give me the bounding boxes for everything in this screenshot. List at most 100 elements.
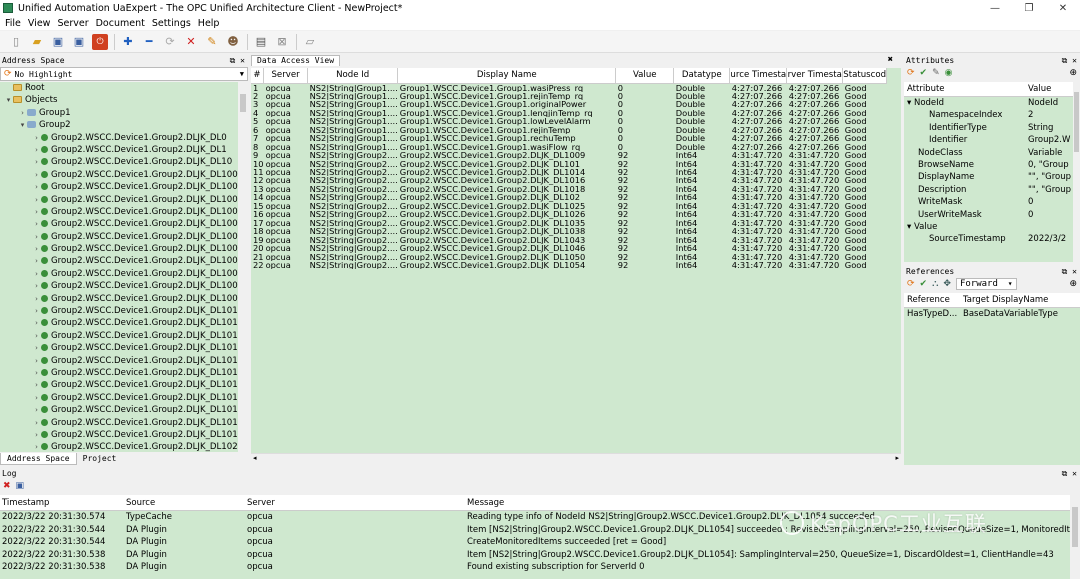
tree-item[interactable]: › Group2.WSCC.Device1.Group2.DLJK_DL1006: [0, 255, 248, 267]
maximize-button[interactable]: ❐: [1012, 3, 1046, 14]
float-close-icon[interactable]: ⧉ ✕: [230, 56, 245, 66]
attribute-row[interactable]: ▾ Value: [904, 221, 1074, 233]
vertical-scrollbar[interactable]: [1073, 82, 1080, 262]
tree-item[interactable]: Root: [0, 82, 248, 94]
table-row[interactable]: 2 opcua NS2|String|Group1.... Group1.WSCC.D…: [251, 92, 887, 100]
remove-document-icon[interactable]: ⊠: [274, 34, 290, 50]
table-row[interactable]: 6 opcua NS2|String|Group1.... Group1.WSCC.D…: [251, 126, 887, 134]
close-button[interactable]: ✕: [1046, 3, 1080, 14]
tree-item[interactable]: › Group2.WSCC.Device1.Group2.DLJK_DL1004: [0, 231, 248, 243]
float-close-icon[interactable]: ⧉ ✕: [1062, 469, 1077, 479]
column-header[interactable]: Datatype: [673, 68, 731, 84]
expand-icon[interactable]: ›: [32, 231, 41, 243]
tree-item[interactable]: › Group2.WSCC.Device1.Group2.DLJK_DL1012: [0, 342, 248, 354]
direction-dropdown[interactable]: Forward ▾: [955, 278, 1017, 290]
attribute-row[interactable]: NodeClass Variable: [904, 147, 1074, 159]
new-project-icon[interactable]: ▯: [8, 34, 24, 50]
attribute-row[interactable]: WriteMask 0: [904, 196, 1074, 208]
expand-icon[interactable]: ›: [32, 392, 41, 404]
expand-icon[interactable]: ›: [32, 293, 41, 305]
log-entry[interactable]: 2022/3/22 20:31:30.538 DA Plugin opcua Foun…: [0, 561, 1070, 574]
table-row[interactable]: 21 opcua NS2|String|Group2.... Group2.WSCC.…: [251, 253, 887, 261]
expand-icon[interactable]: ▾: [18, 119, 27, 131]
table-row[interactable]: 19 opcua NS2|String|Group2.... Group2.WSCC.…: [251, 236, 887, 244]
table-row[interactable]: 1 opcua NS2|String|Group1.... Group1.WSCC.D…: [251, 83, 887, 92]
column-header[interactable]: Node Id: [307, 68, 399, 84]
table-row[interactable]: 14 opcua NS2|String|Group2.... Group2.WSCC.…: [251, 193, 887, 201]
vertical-scrollbar[interactable]: [238, 82, 248, 452]
tree-item[interactable]: › Group2.WSCC.Device1.Group2.DLJK_DL1018: [0, 417, 248, 429]
attribute-row[interactable]: Identifier Group2.W: [904, 134, 1074, 146]
table-row[interactable]: 10 opcua NS2|String|Group2.... Group2.WSCC.…: [251, 160, 887, 168]
column-header[interactable]: Source: [124, 495, 245, 510]
refresh-icon[interactable]: ⟳: [907, 68, 915, 78]
add-icon[interactable]: ⊕: [1069, 68, 1077, 78]
scroll-right-icon[interactable]: ▸: [895, 454, 899, 462]
user-icon[interactable]: ☻: [225, 34, 241, 50]
hierarchy-icon[interactable]: ⛬: [932, 279, 938, 289]
tree-item[interactable]: › Group2.WSCC.Device1.Group2.DLJK_DL1001: [0, 194, 248, 206]
minimize-button[interactable]: —: [978, 3, 1012, 14]
expand-icon[interactable]: ›: [32, 206, 41, 218]
tree-item[interactable]: › Group2.WSCC.Device1.Group2.DLJK_DL1008: [0, 280, 248, 292]
expand-icon[interactable]: ›: [32, 379, 41, 391]
tree-item[interactable]: › Group2.WSCC.Device1.Group2.DLJK_DL1013: [0, 355, 248, 367]
table-row[interactable]: 11 opcua NS2|String|Group2.... Group2.WSCC.…: [251, 168, 887, 176]
edit-icon[interactable]: ✎: [932, 68, 940, 78]
tree-item[interactable]: › Group2.WSCC.Device1.Group2.DLJK_DL1003: [0, 218, 248, 230]
tree-item[interactable]: › Group2.WSCC.Device1.Group2.DLJK_DL100: [0, 169, 248, 181]
tree-item[interactable]: › Group2.WSCC.Device1.Group2.DLJK_DL0: [0, 132, 248, 144]
remove-server-icon[interactable]: ━: [141, 34, 157, 50]
tree-item[interactable]: › Group2.WSCC.Device1.Group2.DLJK_DL1015: [0, 379, 248, 391]
reference-row[interactable]: HasTypeD... BaseDataVariableType: [904, 308, 1080, 321]
menu-help[interactable]: Help: [198, 18, 220, 29]
tree-item[interactable]: › Group2.WSCC.Device1.Group2.DLJK_DL1016: [0, 392, 248, 404]
scroll-thumb[interactable]: [1072, 507, 1078, 547]
expand-icon[interactable]: ›: [32, 417, 41, 429]
table-row[interactable]: 16 opcua NS2|String|Group2.... Group2.WSCC.…: [251, 210, 887, 218]
table-row[interactable]: 13 opcua NS2|String|Group2.... Group2.WSCC.…: [251, 185, 887, 193]
expand-icon[interactable]: ›: [32, 255, 41, 267]
tree-item[interactable]: ▾ Group2: [0, 119, 248, 131]
table-row[interactable]: 18 opcua NS2|String|Group2.... Group2.WSCC.…: [251, 227, 887, 235]
column-header[interactable]: Reference: [904, 293, 960, 307]
menu-document[interactable]: Document: [96, 18, 145, 29]
table-row[interactable]: 12 opcua NS2|String|Group2.... Group2.WSCC.…: [251, 176, 887, 184]
tree-item[interactable]: › Group2.WSCC.Device1.Group2.DLJK_DL10: [0, 156, 248, 168]
check-icon[interactable]: ✔: [920, 279, 928, 289]
attribute-row[interactable]: BrowseName 0, "Group: [904, 159, 1074, 171]
log-entry[interactable]: 2022/3/22 20:31:30.538 DA Plugin opcua Item…: [0, 549, 1070, 562]
column-header[interactable]: Target DisplayName: [960, 293, 1080, 307]
column-header[interactable]: rver Timesta: [786, 68, 844, 84]
settings-icon[interactable]: ⏻: [92, 33, 108, 50]
tree-item[interactable]: › Group2.WSCC.Device1.Group2.DLJK_DL101: [0, 305, 248, 317]
menu-view[interactable]: View: [28, 18, 51, 29]
add-icon[interactable]: ⊕: [1069, 279, 1077, 289]
tree-item[interactable]: › Group2.WSCC.Device1.Group2.DLJK_DL1019: [0, 429, 248, 441]
eraser-icon[interactable]: ▱: [302, 34, 318, 50]
attribute-row[interactable]: SourceTimestamp 2022/3/2: [904, 233, 1074, 245]
scroll-thumb[interactable]: [240, 94, 246, 112]
attribute-row[interactable]: Description "", "Group: [904, 184, 1074, 196]
table-row[interactable]: 9 opcua NS2|String|Group2.... Group2.WSCC.D…: [251, 151, 887, 159]
expand-icon[interactable]: ›: [32, 429, 41, 441]
table-row[interactable]: 5 opcua NS2|String|Group1.... Group1.WSCC.D…: [251, 117, 887, 125]
tree-item[interactable]: › Group2.WSCC.Device1.Group2.DLJK_DL1005: [0, 243, 248, 255]
expand-icon[interactable]: ›: [32, 132, 41, 144]
check-icon[interactable]: ✔: [920, 68, 928, 78]
column-header[interactable]: Display Name: [397, 68, 617, 84]
tree-item[interactable]: › Group2.WSCC.Device1.Group2.DLJK_DL1011: [0, 330, 248, 342]
expand-icon[interactable]: ›: [32, 305, 41, 317]
table-row[interactable]: 20 opcua NS2|String|Group2.... Group2.WSCC.…: [251, 244, 887, 252]
expand-icon[interactable]: ›: [32, 144, 41, 156]
expand-icon[interactable]: ›: [32, 342, 41, 354]
disconnect-icon[interactable]: ✕: [183, 34, 199, 50]
tree-item[interactable]: › Group2.WSCC.Device1.Group2.DLJK_DL102: [0, 441, 248, 452]
column-header[interactable]: Attribute: [904, 82, 1028, 96]
expand-icon[interactable]: ›: [32, 218, 41, 230]
refresh-icon[interactable]: ⟳: [907, 279, 915, 289]
close-document-icon[interactable]: ✖: [883, 55, 898, 66]
open-project-icon[interactable]: ▰: [29, 34, 45, 50]
move-icon[interactable]: ✥: [943, 279, 951, 289]
column-header[interactable]: Server: [245, 495, 465, 510]
